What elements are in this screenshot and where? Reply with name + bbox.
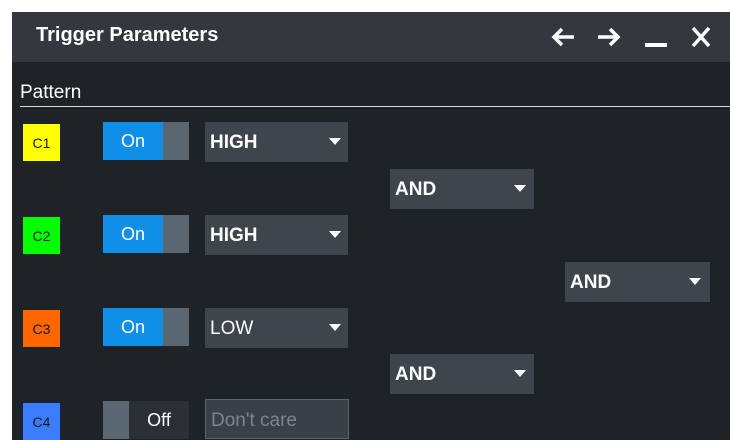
dropdown-c3-level[interactable]: LOW	[205, 308, 348, 348]
chevron-down-icon	[514, 185, 526, 192]
dropdown-logic-c1-c2-value: AND	[395, 179, 437, 200]
dropdown-logic-c3-c4[interactable]: AND	[390, 354, 534, 394]
channel-badge-c4: C4	[23, 403, 60, 440]
toggle-c2-label: On	[103, 215, 163, 253]
toggle-c2[interactable]: On	[103, 215, 189, 253]
toggle-c1-label: On	[103, 122, 163, 160]
trigger-parameters-dialog: Trigger Parameters Pattern C1 On HIGH AN…	[12, 12, 730, 440]
dropdown-c2-value: HIGH	[210, 225, 258, 246]
chevron-down-icon	[329, 324, 341, 331]
toggle-c3[interactable]: On	[103, 308, 189, 346]
dropdown-logic-c3-c4-value: AND	[395, 364, 437, 385]
channel-badge-c1: C1	[23, 124, 60, 161]
dropdown-c1-value: HIGH	[210, 132, 258, 153]
dropdown-logic-combined[interactable]: AND	[565, 262, 710, 302]
toggle-c3-label: On	[103, 308, 163, 346]
dialog-title: Trigger Parameters	[36, 24, 219, 46]
dropdown-logic-combined-value: AND	[570, 272, 612, 293]
section-divider	[20, 106, 730, 107]
toggle-c4[interactable]: Off	[103, 401, 189, 439]
minimize-icon[interactable]	[643, 25, 669, 49]
toggle-c4-label: Off	[129, 401, 189, 439]
toggle-c1[interactable]: On	[103, 122, 189, 160]
dropdown-c4-level[interactable]: Don't care	[205, 399, 349, 439]
arrow-right-icon[interactable]	[596, 25, 622, 49]
chevron-down-icon	[329, 138, 341, 145]
chevron-down-icon	[689, 278, 701, 285]
section-title-pattern: Pattern	[20, 82, 82, 103]
arrow-left-icon[interactable]	[550, 25, 576, 49]
dropdown-c4-value: Don't care	[211, 410, 298, 431]
close-icon[interactable]	[688, 25, 714, 49]
titlebar: Trigger Parameters	[12, 12, 730, 62]
chevron-down-icon	[329, 231, 341, 238]
dropdown-c1-level[interactable]: HIGH	[205, 122, 348, 162]
toggle-c3-knob	[163, 308, 189, 346]
chevron-down-icon	[514, 370, 526, 377]
toggle-c4-knob	[103, 401, 129, 439]
dropdown-c3-value: LOW	[210, 318, 254, 339]
dropdown-logic-c1-c2[interactable]: AND	[390, 169, 534, 209]
dropdown-c2-level[interactable]: HIGH	[205, 215, 348, 255]
channel-badge-c3: C3	[23, 310, 60, 347]
channel-badge-c2: C2	[23, 217, 60, 254]
toggle-c1-knob	[163, 122, 189, 160]
toggle-c2-knob	[163, 215, 189, 253]
